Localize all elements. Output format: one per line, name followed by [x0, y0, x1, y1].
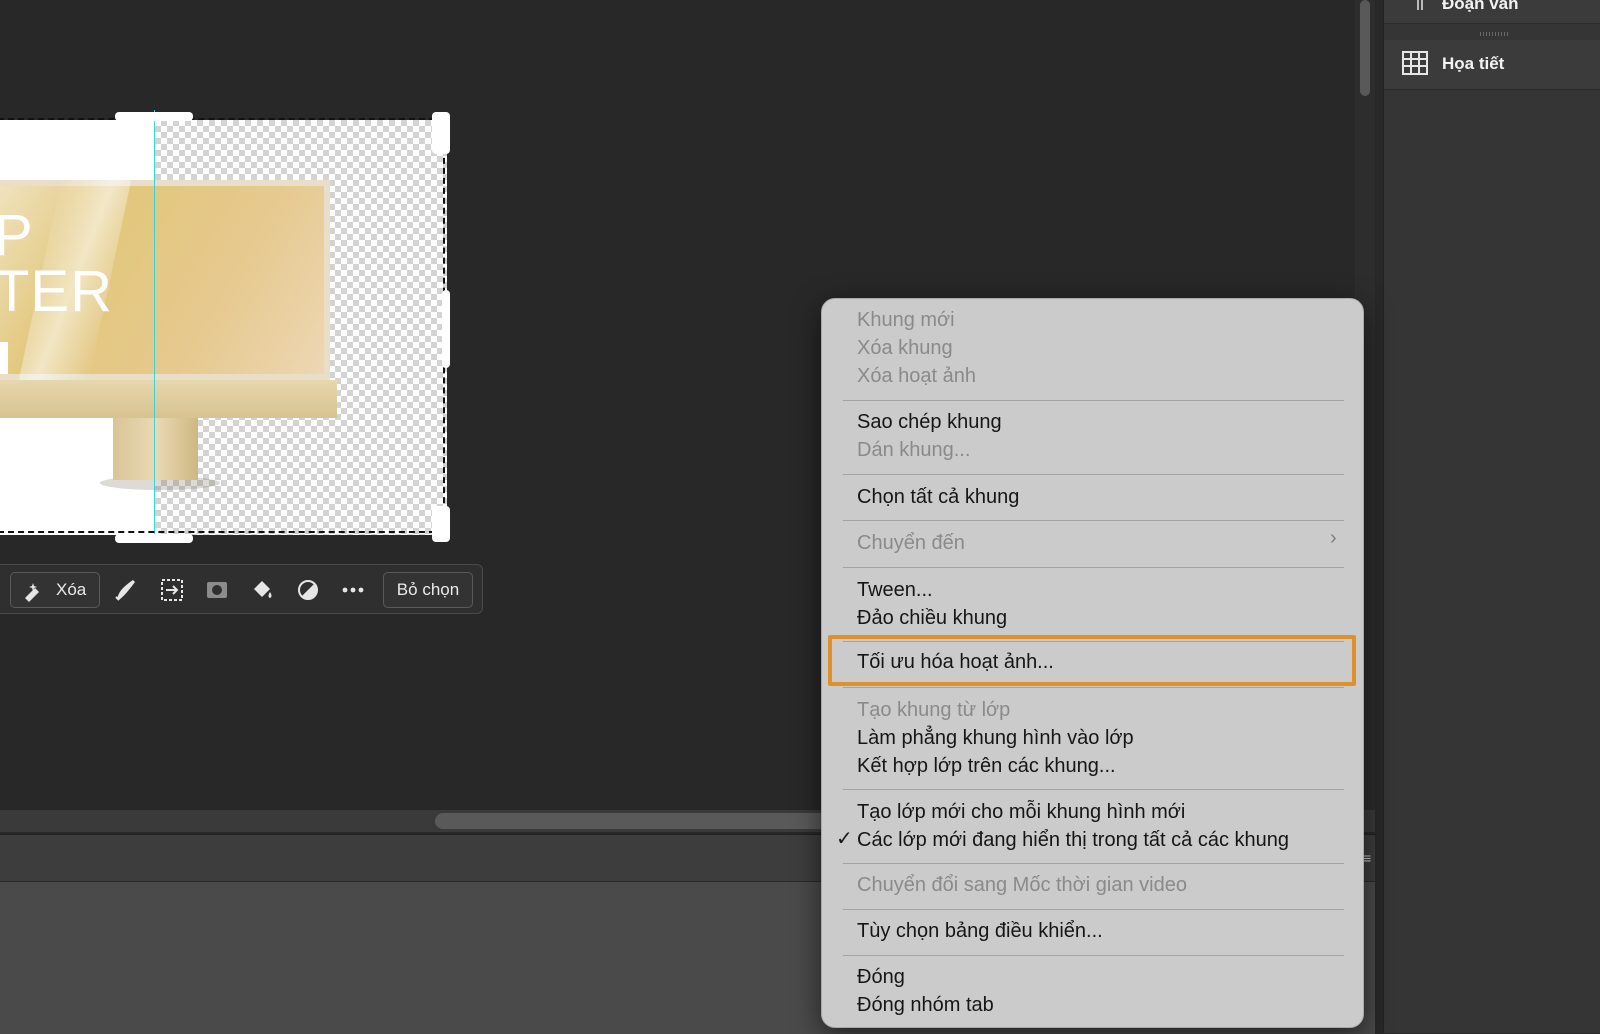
- panel-item-pattern[interactable]: Họa tiết: [1384, 40, 1600, 90]
- deselect-label: Bỏ chọn: [396, 580, 460, 599]
- deselect-button[interactable]: Bỏ chọn: [383, 572, 473, 608]
- timeline-panel-menu: Khung mới Xóa khung Xóa hoạt ảnh Sao ché…: [821, 298, 1364, 1028]
- menu-separator: [843, 474, 1344, 475]
- menu-item-optimize-animation[interactable]: Tối ưu hóa hoạt ảnh...: [857, 648, 1054, 676]
- menu-item-flatten-frames-into-layers[interactable]: Làm phẳng khung hình vào lớp: [857, 724, 1134, 752]
- menu-item-tween[interactable]: Tween...: [857, 576, 933, 604]
- panel-item-paragraph[interactable]: Đoạn văn: [1384, 0, 1600, 24]
- menu-separator: [843, 789, 1344, 790]
- checkmark-icon: ✓: [836, 828, 853, 850]
- menu-item-convert-to-video-timeline[interactable]: Chuyển đổi sang Mốc thời gian video: [857, 871, 1187, 899]
- menu-separator: [843, 955, 1344, 956]
- transform-handle-bottom[interactable]: [115, 534, 193, 543]
- menu-item-select-all-frames[interactable]: Chọn tất cả khung: [857, 483, 1019, 511]
- panel-item-paragraph-label: Đoạn văn: [1442, 0, 1519, 13]
- adjustment-icon[interactable]: [295, 577, 321, 603]
- menu-separator: [843, 400, 1344, 401]
- menu-item-close[interactable]: Đóng: [857, 963, 905, 991]
- panel-item-pattern-label: Họa tiết: [1442, 54, 1505, 73]
- menu-item-create-new-layer-each-frame[interactable]: Tạo lớp mới cho mỗi khung hình mới: [857, 798, 1185, 826]
- menu-separator: [843, 567, 1344, 568]
- contextual-task-bar: Xóa Bỏ chọn: [0, 564, 483, 614]
- menu-item-panel-options[interactable]: Tùy chọn bảng điều khiển...: [857, 917, 1103, 945]
- panel-menu-icon[interactable]: ≡: [1363, 850, 1371, 866]
- transform-icon[interactable]: [159, 577, 185, 603]
- menu-separator: [843, 520, 1344, 521]
- mask-icon[interactable]: [204, 577, 230, 603]
- menu-item-paste-frame[interactable]: Dán khung...: [857, 436, 970, 464]
- menu-item-match-layer-across-frames[interactable]: Kết hợp lớp trên các khung...: [857, 752, 1116, 780]
- pattern-icon: [1402, 51, 1428, 75]
- menu-separator: [843, 687, 1344, 688]
- fill-icon[interactable]: [249, 577, 275, 603]
- submenu-chevron-icon: ›: [1330, 527, 1337, 549]
- vertical-scrollbar-thumb[interactable]: [1360, 0, 1370, 96]
- menu-separator: [843, 909, 1344, 910]
- menu-item-reverse-frames[interactable]: Đảo chiều khung: [857, 604, 1007, 632]
- panel-drag-grip[interactable]: [1480, 32, 1508, 36]
- brush-icon[interactable]: [113, 577, 139, 603]
- menu-item-new-layers-visible-all-frames[interactable]: Các lớp mới đang hiển thị trong tất cả c…: [857, 826, 1289, 854]
- menu-item-copy-frame[interactable]: Sao chép khung: [857, 408, 1002, 436]
- transform-handle-bottom-right[interactable]: [432, 506, 450, 542]
- menu-item-delete-animation[interactable]: Xóa hoạt ảnh: [857, 362, 976, 390]
- transform-handle-right[interactable]: [442, 290, 450, 368]
- menu-item-go-to[interactable]: Chuyển đến: [857, 529, 965, 557]
- paragraph-icon: [1417, 0, 1423, 10]
- more-icon[interactable]: [340, 577, 366, 603]
- horizontal-scrollbar-thumb[interactable]: [435, 813, 835, 829]
- right-panel-dock: Đoạn văn Họa tiết: [1383, 0, 1600, 1033]
- menu-item-delete-frame[interactable]: Xóa khung: [857, 334, 953, 362]
- transform-handle-top-right[interactable]: [432, 112, 450, 154]
- erase-label: Xóa: [56, 580, 87, 599]
- erase-button[interactable]: Xóa: [10, 572, 100, 608]
- menu-item-make-frames-from-layers[interactable]: Tạo khung từ lớp: [857, 696, 1010, 724]
- menu-item-new-frame[interactable]: Khung mới: [857, 306, 955, 334]
- transform-handle-top[interactable]: [115, 112, 193, 121]
- menu-separator: [843, 863, 1344, 864]
- menu-item-close-tab-group[interactable]: Đóng nhóm tab: [857, 991, 994, 1019]
- selection-marquee: [0, 118, 445, 533]
- erase-icon: [25, 583, 39, 602]
